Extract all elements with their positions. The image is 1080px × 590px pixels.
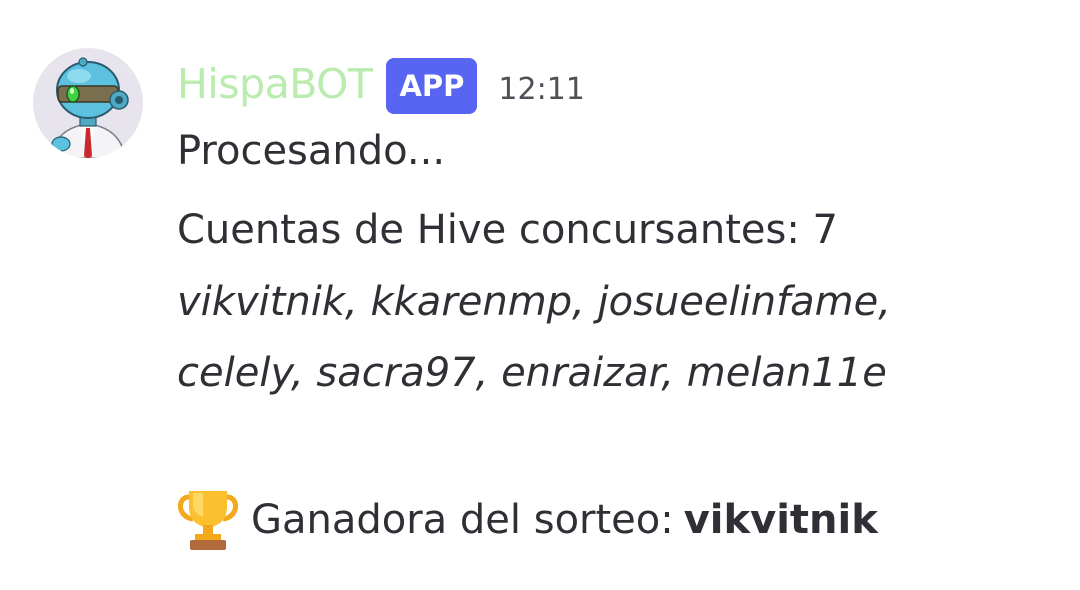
participants-list-row-2: celely, sacra97, enraizar, melan11e <box>177 350 887 396</box>
robot-avatar-icon[interactable] <box>33 48 143 158</box>
winner-label: Ganadora del sorteo: <box>251 497 674 543</box>
participants-list-row-1: vikvitnik, kkarenmp, josueelinfame, <box>177 279 891 325</box>
message-header: HispaBOT APP 12:11 <box>177 52 585 116</box>
trophy-icon <box>175 487 241 553</box>
winner-name: vikvitnik <box>683 497 878 543</box>
message-timestamp[interactable]: 12:11 <box>498 72 584 107</box>
participants-count: Cuentas de Hive concursantes: 7 <box>177 207 838 253</box>
chat-message: HispaBOT APP 12:11 Procesando... Cuentas… <box>0 0 1080 590</box>
winner-line: Ganadora del sorteo: vikvitnik <box>175 487 878 553</box>
author-name[interactable]: HispaBOT <box>177 60 373 108</box>
status-text: Procesando... <box>177 128 446 174</box>
app-badge: APP <box>386 58 478 114</box>
